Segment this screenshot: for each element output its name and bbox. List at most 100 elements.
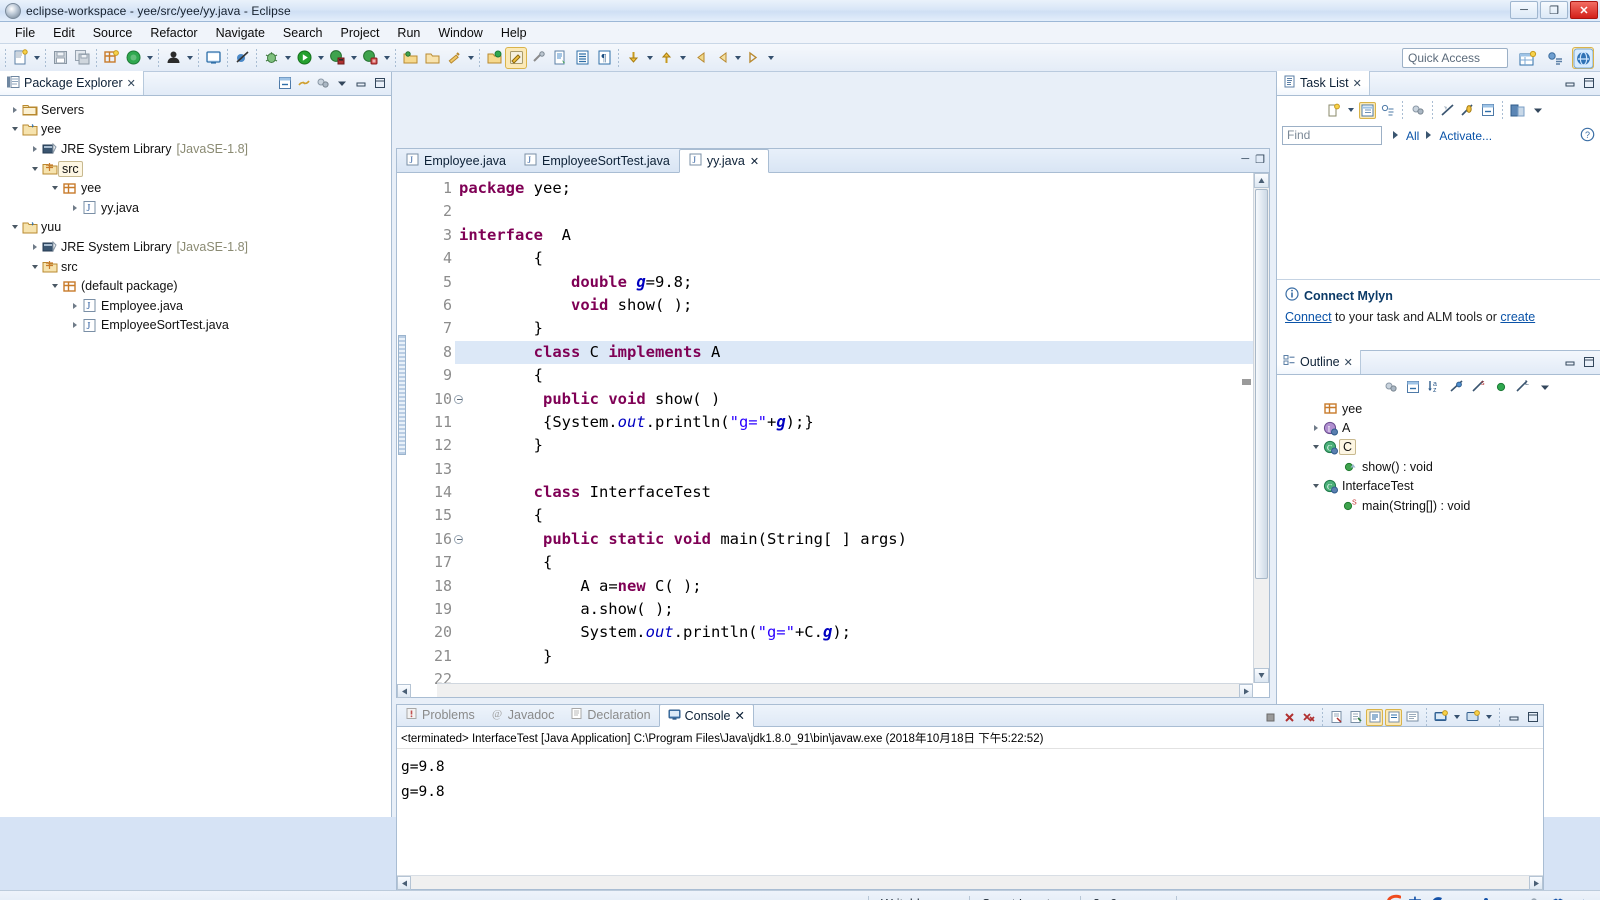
previous-annotation-icon[interactable]: [655, 47, 677, 69]
presentation-icon[interactable]: [1479, 102, 1496, 119]
chevron-right-icon[interactable]: [68, 296, 81, 315]
open-type-icon[interactable]: [399, 47, 421, 69]
code-text[interactable]: package yee; interface A { double g=9.8;…: [455, 173, 1269, 697]
previous-annotation-dropdown-icon[interactable]: [677, 47, 688, 69]
chevron-right-icon[interactable]: [68, 198, 81, 217]
help-icon[interactable]: ?: [1580, 127, 1595, 145]
open-console-icon[interactable]: [1432, 709, 1449, 726]
code-line[interactable]: }: [455, 434, 1269, 457]
scroll-right-arrow[interactable]: [1529, 876, 1543, 890]
close-icon[interactable]: ✕: [1344, 356, 1353, 369]
tree-item-yy-java[interactable]: Jyy.java: [0, 198, 391, 218]
view-menu-icon[interactable]: [333, 75, 350, 92]
run-dropdown-icon[interactable]: [315, 47, 326, 69]
focus-on-workweek-icon[interactable]: [1409, 102, 1426, 119]
mylyn-create-link[interactable]: create: [1500, 310, 1535, 324]
tab-console[interactable]: Console ✕: [658, 704, 754, 727]
code-line[interactable]: class InterfaceTest: [455, 481, 1269, 504]
tree-item-yuu[interactable]: yuu: [0, 218, 391, 238]
console-horizontal-scrollbar[interactable]: [397, 875, 1543, 890]
search-dropdown-icon[interactable]: [465, 47, 476, 69]
categorized-mode-icon[interactable]: [1359, 101, 1376, 119]
user-dropdown-icon[interactable]: [184, 47, 195, 69]
user-icon[interactable]: [162, 47, 184, 69]
microphone-icon[interactable]: [1477, 896, 1494, 900]
toggle-mark-occurrences-icon[interactable]: [505, 46, 527, 69]
tab-outline[interactable]: Outline ✕: [1277, 350, 1361, 374]
tree-item-src[interactable]: src: [0, 159, 391, 179]
minimize-icon[interactable]: [1505, 709, 1522, 726]
scheduled-mode-icon[interactable]: [1379, 102, 1396, 119]
save-icon[interactable]: [49, 47, 71, 69]
word-wrap-icon[interactable]: [1366, 708, 1383, 726]
new-console-view-icon[interactable]: [1464, 709, 1481, 726]
editor-tab-employee[interactable]: J Employee.java: [397, 149, 515, 172]
menu-edit[interactable]: Edit: [44, 24, 84, 42]
hide-non-public-icon[interactable]: [1492, 378, 1509, 395]
next-annotation-icon[interactable]: [622, 47, 644, 69]
code-line[interactable]: [455, 200, 1269, 223]
tab-javadoc[interactable]: @ Javadoc: [483, 704, 563, 726]
find-input[interactable]: Find: [1282, 126, 1382, 145]
chevron-down-icon[interactable]: [1309, 477, 1322, 496]
view-menu-icon[interactable]: [1536, 378, 1553, 395]
save-all-icon[interactable]: [71, 47, 93, 69]
close-icon[interactable]: ✕: [1353, 77, 1362, 90]
tree-item-employeesorttest-java[interactable]: J EmployeeSortTest.java: [0, 316, 391, 336]
code-line[interactable]: {: [455, 247, 1269, 270]
menu-run[interactable]: Run: [388, 24, 429, 42]
close-icon[interactable]: ✕: [127, 77, 136, 90]
tree-item-c[interactable]: CC: [1277, 438, 1600, 457]
code-line[interactable]: interface A: [455, 224, 1269, 247]
new-window-icon[interactable]: [202, 47, 224, 69]
tree-item-jre-system-library[interactable]: JRE System Library [JavaSE-1.8]: [0, 139, 391, 159]
half-width-icon[interactable]: [1429, 896, 1446, 900]
annotation-ruler[interactable]: [397, 173, 407, 697]
tree-item-jre-system-library[interactable]: JRE System Library [JavaSE-1.8]: [0, 237, 391, 257]
open-task-icon[interactable]: [421, 47, 443, 69]
minimize-icon[interactable]: ─: [1241, 153, 1249, 166]
scroll-left-arrow[interactable]: [397, 876, 411, 890]
code-line[interactable]: void show( );: [455, 294, 1269, 317]
user-icon[interactable]: [1525, 896, 1542, 900]
remove-all-terminated-icon[interactable]: [1300, 709, 1317, 726]
view-menu-icon[interactable]: [1529, 102, 1546, 119]
terminate-icon[interactable]: [1262, 709, 1279, 726]
run-external-tool-icon[interactable]: [326, 47, 348, 69]
skip-breakpoints-icon[interactable]: [231, 47, 253, 69]
new-package-icon[interactable]: [100, 47, 122, 69]
collapse-all-icon[interactable]: [276, 75, 293, 92]
sort-icon[interactable]: az: [1426, 378, 1443, 395]
filter-all-arrow-icon[interactable]: [1392, 129, 1400, 143]
task-repositories-icon[interactable]: [1509, 102, 1526, 119]
show-whitespace-icon[interactable]: [571, 47, 593, 69]
activate-link[interactable]: Activate...: [1439, 129, 1492, 143]
scroll-right-arrow[interactable]: [1239, 684, 1253, 698]
code-line[interactable]: {System.out.println("g="+g);}: [455, 411, 1269, 434]
menu-file[interactable]: File: [6, 24, 44, 42]
remove-launch-icon[interactable]: [1281, 709, 1298, 726]
forward-dropdown-icon[interactable]: [732, 47, 743, 69]
punctuation-icon[interactable]: [1453, 896, 1470, 900]
maximize-icon[interactable]: [1580, 354, 1597, 371]
menu-navigate[interactable]: Navigate: [207, 24, 274, 42]
new-task-dropdown-icon[interactable]: [1345, 99, 1356, 121]
next-annotation-dropdown-icon[interactable]: [644, 47, 655, 69]
close-icon[interactable]: ✕: [750, 155, 759, 168]
debug-icon[interactable]: [260, 47, 282, 69]
editor-tab-yy[interactable]: J yy.java ✕: [678, 149, 770, 173]
code-line[interactable]: {: [455, 504, 1269, 527]
clear-console-icon[interactable]: [1328, 709, 1345, 726]
run-icon[interactable]: [293, 47, 315, 69]
tree-item-a[interactable]: IA: [1277, 418, 1600, 437]
filter-all-link[interactable]: All: [1406, 129, 1419, 143]
tree-item-yee[interactable]: yee: [1277, 399, 1600, 418]
chevron-right-icon[interactable]: [68, 316, 81, 335]
tree-item-yee[interactable]: yee: [0, 120, 391, 140]
tree-item-default-package[interactable]: (default package): [0, 276, 391, 296]
tree-item-interfacetest[interactable]: C InterfaceTest: [1277, 477, 1600, 496]
minimize-icon[interactable]: [1561, 75, 1578, 92]
forward-icon[interactable]: [710, 47, 732, 69]
code-line[interactable]: a.show( );: [455, 598, 1269, 621]
code-line[interactable]: package yee;: [455, 177, 1269, 200]
